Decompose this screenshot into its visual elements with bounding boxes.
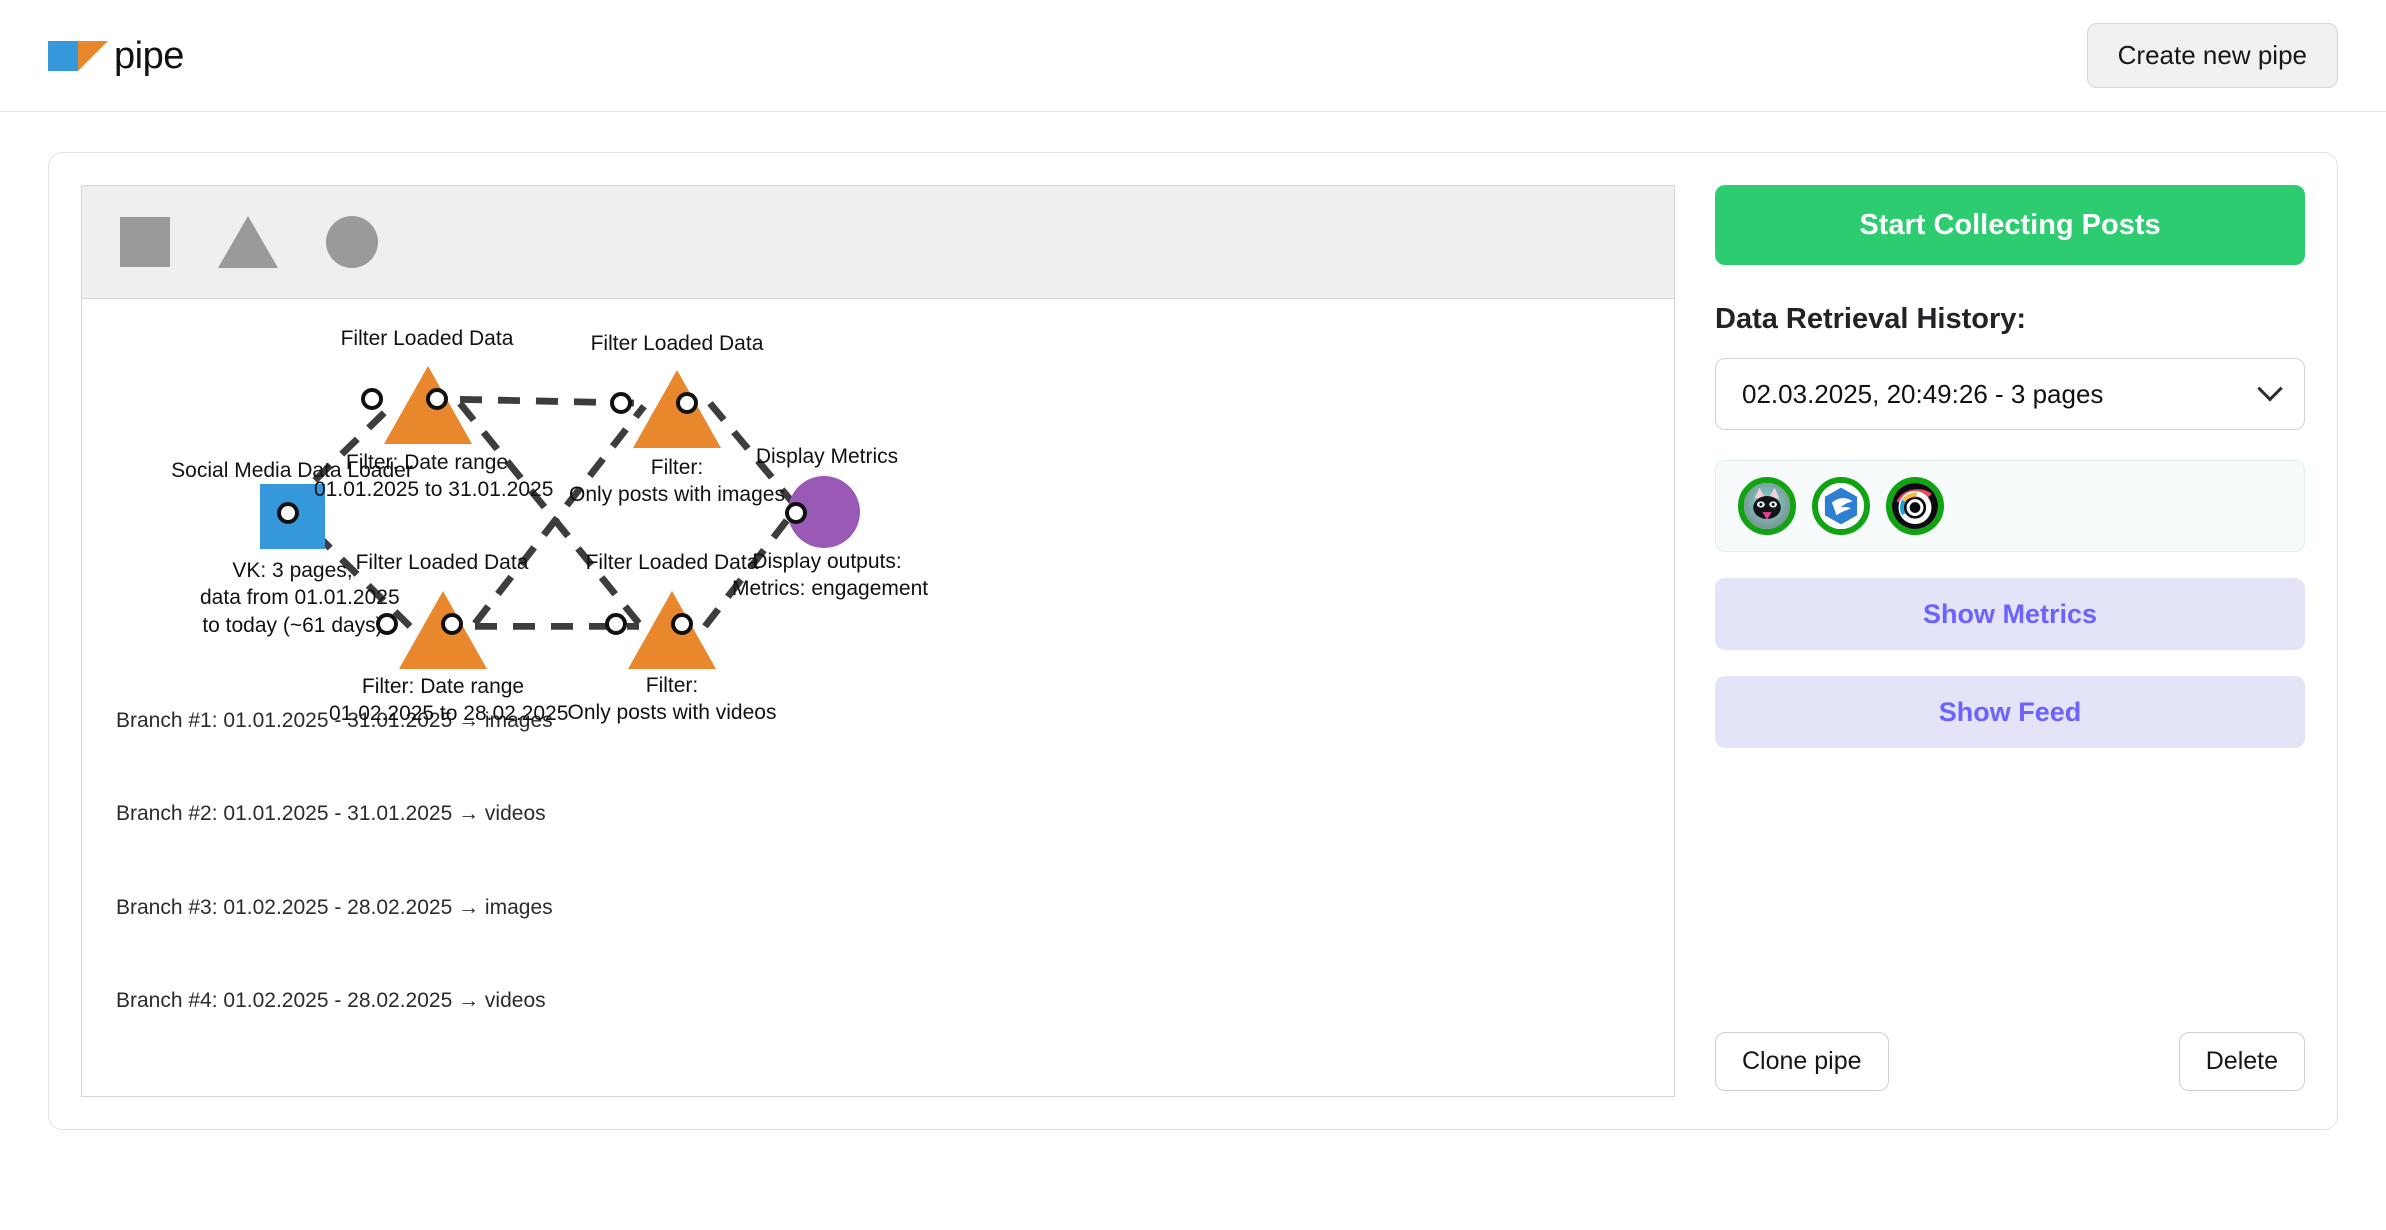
cat-avatar-icon bbox=[1744, 483, 1790, 529]
node-caption-filter3: Filter: Date range 01.02.2025 to 28.02.2… bbox=[329, 675, 569, 726]
port-filter2-in[interactable] bbox=[610, 392, 632, 414]
node-caption-metrics: Display outputs: Metrics: engagement bbox=[732, 550, 929, 601]
node-title-filter1: Filter Loaded Data bbox=[340, 327, 514, 350]
delete-pipe-button[interactable]: Delete bbox=[2178, 1032, 2305, 1091]
shape-palette bbox=[82, 186, 1674, 299]
port-filter2-out[interactable] bbox=[676, 392, 698, 414]
pipe-card: Social Media Data Loader VK: 3 pages, da… bbox=[48, 152, 2338, 1130]
port-filter1-in[interactable] bbox=[361, 388, 383, 410]
show-feed-button[interactable]: Show Feed bbox=[1715, 676, 2305, 748]
bird-logo-avatar[interactable] bbox=[1812, 477, 1870, 535]
show-metrics-button[interactable]: Show Metrics bbox=[1715, 578, 2305, 650]
bird-logo-avatar-icon bbox=[1818, 483, 1864, 529]
logo-triangle-icon bbox=[78, 40, 108, 71]
clone-pipe-button[interactable]: Clone pipe bbox=[1715, 1032, 1889, 1091]
port-filter3-out[interactable] bbox=[441, 613, 463, 635]
node-title-filter3: Filter Loaded Data bbox=[355, 551, 529, 574]
data-retrieval-history-label: Data Retrieval History: bbox=[1715, 303, 2027, 335]
camera-ring-avatar-icon bbox=[1892, 483, 1938, 529]
node-title-metrics: Display Metrics bbox=[755, 445, 899, 468]
port-filter1-out[interactable] bbox=[426, 388, 448, 410]
history-select[interactable]: 02.03.2025, 20:49:26 - 3 pages bbox=[1715, 358, 2305, 430]
top-bar: pipe Create new pipe bbox=[0, 0, 2386, 112]
start-collecting-posts-button[interactable]: Start Collecting Posts bbox=[1715, 185, 2305, 265]
camera-ring-avatar[interactable] bbox=[1886, 477, 1944, 535]
port-metrics-in[interactable] bbox=[785, 502, 807, 524]
node-caption-filter4: Filter: Only posts with videos bbox=[567, 674, 777, 725]
circle-shape-tool-icon[interactable] bbox=[326, 216, 378, 268]
logo-mark bbox=[48, 37, 108, 75]
square-shape-tool-icon[interactable] bbox=[120, 217, 170, 267]
create-new-pipe-button[interactable]: Create new pipe bbox=[2086, 23, 2338, 88]
port-filter4-out[interactable] bbox=[671, 613, 693, 635]
page-body: Social Media Data Loader VK: 3 pages, da… bbox=[0, 112, 2386, 1130]
triangle-shape-tool-icon[interactable] bbox=[218, 216, 278, 268]
source-accounts-row bbox=[1715, 460, 2305, 552]
branch-legend-item: Branch #4: 01.02.2025 - 28.02.2025 → vid… bbox=[116, 988, 546, 1012]
brand-logo: pipe bbox=[48, 37, 184, 75]
history-select-value: 02.03.2025, 20:49:26 - 3 pages bbox=[1742, 378, 2104, 409]
history-select-wrapper: 02.03.2025, 20:49:26 - 3 pages bbox=[1715, 358, 2305, 430]
node-title-filter2: Filter Loaded Data bbox=[590, 332, 764, 355]
pipe-editor: Social Media Data Loader VK: 3 pages, da… bbox=[81, 185, 1675, 1097]
sidebar-footer: Clone pipe Delete bbox=[1715, 1032, 2305, 1097]
brand-name: pipe bbox=[114, 34, 184, 77]
branch-legend-item: Branch #2: 01.01.2025 - 31.01.2025 → vid… bbox=[116, 802, 546, 826]
port-filter3-in[interactable] bbox=[376, 613, 398, 635]
branch-legend-item: Branch #3: 01.02.2025 - 28.02.2025 → ima… bbox=[116, 895, 553, 919]
cat-avatar[interactable] bbox=[1738, 477, 1796, 535]
logo-square-icon bbox=[48, 40, 78, 71]
port-filter4-in[interactable] bbox=[605, 613, 627, 635]
pipe-sidebar: Start Collecting Posts Data Retrieval Hi… bbox=[1711, 185, 2305, 1097]
diagram-canvas[interactable]: Social Media Data Loader VK: 3 pages, da… bbox=[82, 299, 1674, 1096]
node-caption-filter1: Filter: Date range 01.01.2025 to 31.01.2… bbox=[314, 451, 554, 502]
port-loader-out[interactable] bbox=[277, 502, 299, 524]
